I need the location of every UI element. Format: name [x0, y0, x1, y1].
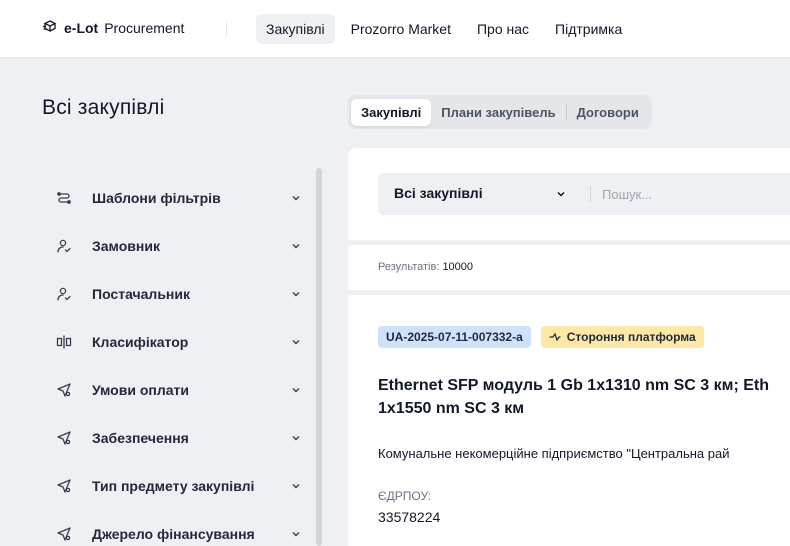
platform-badge: Стороння платформа [540, 326, 704, 348]
section-divider [348, 290, 790, 295]
edrpou-label: ЄДРПОУ: [378, 489, 432, 503]
nav-item-zakupivli[interactable]: Закупівлі [256, 14, 335, 44]
lot-title-line: Ethernet SFP модуль 1 Gb 1x1310 nm SC 3 … [378, 377, 769, 394]
sidebar-scrollbar[interactable] [316, 168, 322, 546]
filter-funding-source[interactable]: Джерело фінансування [42, 510, 312, 546]
nav-item-prozorro-market[interactable]: Prozorro Market [341, 14, 461, 44]
send-icon [56, 478, 72, 494]
lot-title-line: 1x1550 nm SC 3 км [378, 400, 525, 417]
search-divider [590, 186, 591, 202]
external-platform-icon [549, 332, 561, 342]
send-icon [56, 526, 72, 542]
logo[interactable]: e-Lot Procurement [42, 18, 184, 37]
filter-subject-type[interactable]: Тип предмету закупівлі [42, 462, 312, 510]
chevron-down-icon [292, 436, 300, 441]
edrpou-value: 33578224 [378, 509, 441, 525]
filter-label: Умови оплати [92, 382, 189, 398]
user-check-icon [56, 286, 72, 302]
classifier-icon [56, 334, 72, 350]
filter-supplier[interactable]: Постачальник [42, 270, 312, 318]
platform-badge-label: Стороння платформа [566, 330, 696, 344]
chevron-down-icon[interactable] [555, 188, 567, 200]
chevron-down-icon [292, 196, 300, 201]
section-divider [348, 240, 790, 245]
filter-label: Джерело фінансування [92, 526, 255, 542]
filter-label: Постачальник [92, 286, 190, 302]
filter-label: Класифікатор [92, 334, 189, 350]
lot-title[interactable]: Ethernet SFP модуль 1 Gb 1x1310 nm SC 3 … [378, 374, 790, 420]
chevron-down-icon [292, 388, 300, 393]
tender-id-badge[interactable]: UA-2025-07-11-007332-a [378, 326, 531, 348]
filters-sidebar: Шаблони фільтрів Замовник Постачальник К… [42, 174, 312, 546]
results-label: Результатів: [378, 261, 440, 273]
chevron-down-icon [292, 340, 300, 345]
filter-classifier[interactable]: Класифікатор [42, 318, 312, 366]
filter-templates[interactable]: Шаблони фільтрів [42, 174, 312, 222]
tab-contracts[interactable]: Договори [567, 99, 649, 126]
results-panel: Всі закупівлі Результатів: 10000 UA-2025… [348, 148, 790, 546]
filter-security[interactable]: Забезпечення [42, 414, 312, 462]
search-bar: Всі закупівлі [378, 173, 790, 215]
procurement-type-select[interactable]: Всі закупівлі [394, 185, 483, 201]
results-count: Результатів: 10000 [378, 261, 473, 273]
lot-badges: UA-2025-07-11-007332-a Стороння платформ… [378, 326, 704, 348]
logo-text: Procurement [104, 19, 185, 36]
send-icon [56, 430, 72, 446]
filter-label: Замовник [92, 238, 160, 254]
chevron-down-icon [292, 532, 300, 537]
tab-procurement-plans[interactable]: Плани закупівель [431, 99, 565, 126]
nav-item-support[interactable]: Підтримка [545, 14, 632, 44]
user-check-icon [56, 238, 72, 254]
chevron-down-icon [292, 292, 300, 297]
tab-procurements[interactable]: Закупівлі [351, 98, 432, 126]
top-header: e-Lot Procurement Закупівлі Prozorro Mar… [0, 0, 790, 58]
send-icon [56, 382, 72, 398]
page-title: Всі закупівлі [42, 96, 165, 119]
header-divider [226, 22, 227, 36]
search-input[interactable] [602, 183, 790, 205]
logo-icon [42, 18, 58, 37]
results-value: 10000 [442, 261, 474, 273]
procurement-tabs: Закупівлі Плани закупівель Договори [348, 95, 652, 129]
main-nav: Закупівлі Prozorro Market Про нас Підтри… [256, 14, 632, 44]
filter-label: Забезпечення [92, 430, 189, 446]
chevron-down-icon [292, 484, 300, 489]
customer-name: Комунальне некомерційне підприємство "Це… [378, 446, 730, 461]
nav-item-about[interactable]: Про нас [467, 14, 539, 44]
chevron-down-icon [292, 244, 300, 249]
filter-label: Шаблони фільтрів [92, 190, 221, 206]
filter-customer[interactable]: Замовник [42, 222, 312, 270]
filter-payment-terms[interactable]: Умови оплати [42, 366, 312, 414]
filter-template-icon [56, 190, 72, 206]
filter-label: Тип предмету закупівлі [92, 478, 255, 494]
logo-brand: e-Lot [64, 19, 99, 36]
